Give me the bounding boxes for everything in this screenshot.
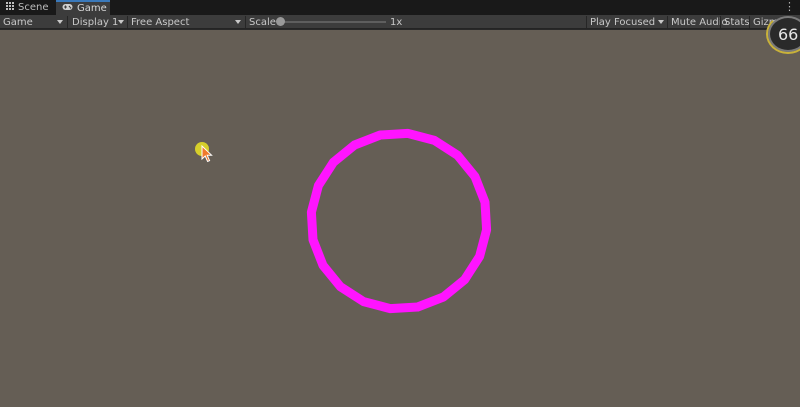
scale-value: 1x [390, 16, 403, 28]
magenta-circle [306, 128, 492, 314]
tab-game-label: Game [77, 3, 107, 14]
chevron-down-icon [57, 20, 63, 24]
play-mode-dropdown-label: Play Focused [590, 16, 656, 28]
game-view-toolbar: Game Display 1 Free Aspect Scale 1x Play… [0, 15, 800, 29]
editor-tab-bar: Scene Game ⋮ [0, 0, 800, 15]
scale-slider-track[interactable] [278, 21, 386, 23]
aspect-dropdown[interactable]: Free Aspect [131, 15, 243, 29]
scale-label: Scale [249, 16, 276, 28]
game-view-dropdown[interactable]: Game [3, 15, 65, 29]
display-dropdown[interactable]: Display 1 [72, 15, 126, 29]
divider [586, 16, 587, 28]
game-viewport[interactable] [0, 30, 800, 407]
more-options-icon[interactable]: ⋮ [784, 0, 795, 15]
grid-icon [6, 2, 14, 13]
divider [67, 16, 68, 28]
chevron-down-icon [235, 20, 241, 24]
divider [127, 16, 128, 28]
divider [245, 16, 246, 28]
divider [749, 16, 750, 28]
tab-scene-label: Scene [18, 2, 49, 13]
fps-counter: 66 [768, 16, 800, 52]
gamepad-icon [62, 3, 73, 14]
display-dropdown-label: Display 1 [72, 16, 119, 28]
tab-game[interactable]: Game [56, 0, 110, 15]
game-render [195, 128, 492, 314]
tab-scene[interactable]: Scene [0, 0, 54, 15]
chevron-down-icon [658, 20, 664, 24]
scale-slider-handle[interactable] [276, 17, 285, 26]
aspect-dropdown-label: Free Aspect [131, 16, 190, 28]
play-mode-dropdown[interactable]: Play Focused [590, 15, 666, 29]
game-view-dropdown-label: Game [3, 16, 33, 28]
divider [667, 16, 668, 28]
chevron-down-icon [118, 20, 124, 24]
divider [720, 16, 721, 28]
stats-toggle[interactable]: Stats [724, 15, 750, 29]
